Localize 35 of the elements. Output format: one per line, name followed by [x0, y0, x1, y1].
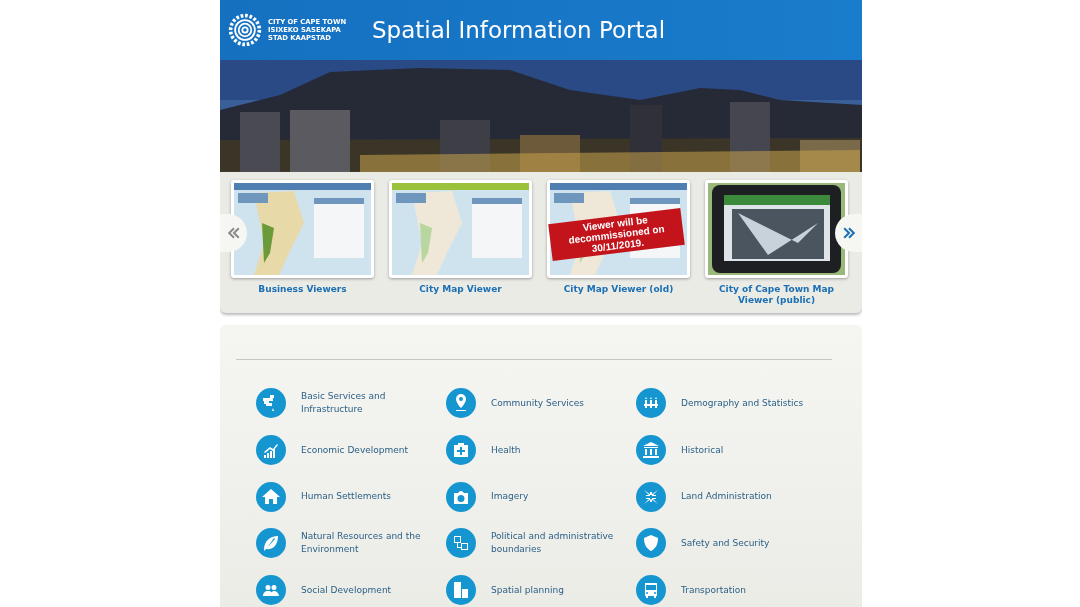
category-link[interactable]: Human Settlements	[301, 490, 436, 504]
medical-kit-icon[interactable]	[446, 435, 476, 466]
rising-chart-icon[interactable]	[256, 435, 286, 466]
bus-icon[interactable]	[636, 575, 666, 606]
leaf-icon[interactable]	[256, 528, 286, 559]
camera-icon[interactable]	[446, 481, 476, 512]
category-link[interactable]: Economic Development	[301, 443, 436, 457]
portal-title: Spatial Information Portal	[372, 17, 666, 43]
category-link[interactable]: Demography and Statistics	[681, 396, 816, 410]
thumbnail-frame[interactable]: Viewer will be decommissioned on 30/11/2019.	[547, 180, 690, 278]
viewer-link[interactable]: City Map Viewer (old)	[563, 284, 674, 295]
category-link[interactable]: Imagery	[491, 490, 626, 504]
category-link[interactable]: Spatial planning	[491, 583, 626, 597]
house-icon[interactable]	[256, 481, 286, 512]
viewer-link[interactable]: City Map Viewer	[419, 284, 502, 295]
category-link[interactable]: Transportation	[681, 583, 816, 597]
linked-squares-icon[interactable]	[446, 528, 476, 559]
buildings-icon[interactable]	[446, 575, 476, 606]
category-link[interactable]: Political and administrative boundaries	[491, 530, 626, 557]
viewer-link[interactable]: Business Viewers	[258, 284, 347, 295]
double-chevron-left-icon[interactable]	[225, 225, 242, 241]
category-link[interactable]: Land Administration	[681, 490, 816, 504]
shield-icon[interactable]	[636, 528, 666, 559]
category-link[interactable]: Health	[491, 443, 626, 457]
category-link[interactable]: Community Services	[491, 396, 626, 410]
category-link[interactable]: Basic Services and Infrastructure	[301, 390, 436, 417]
category-link[interactable]: Safety and Security	[681, 536, 816, 550]
columned-building-icon[interactable]	[636, 435, 666, 466]
emblem-icon	[227, 12, 263, 48]
viewer-link[interactable]: City of Cape Town Map Viewer (public)	[705, 284, 848, 306]
inward-arrows-icon[interactable]	[636, 481, 666, 512]
location-pin-icon[interactable]	[446, 388, 476, 419]
category-link[interactable]: Natural Resources and the Environment	[301, 530, 436, 557]
category-link[interactable]: Social Development	[301, 583, 436, 597]
category-link[interactable]: Historical	[681, 443, 816, 457]
